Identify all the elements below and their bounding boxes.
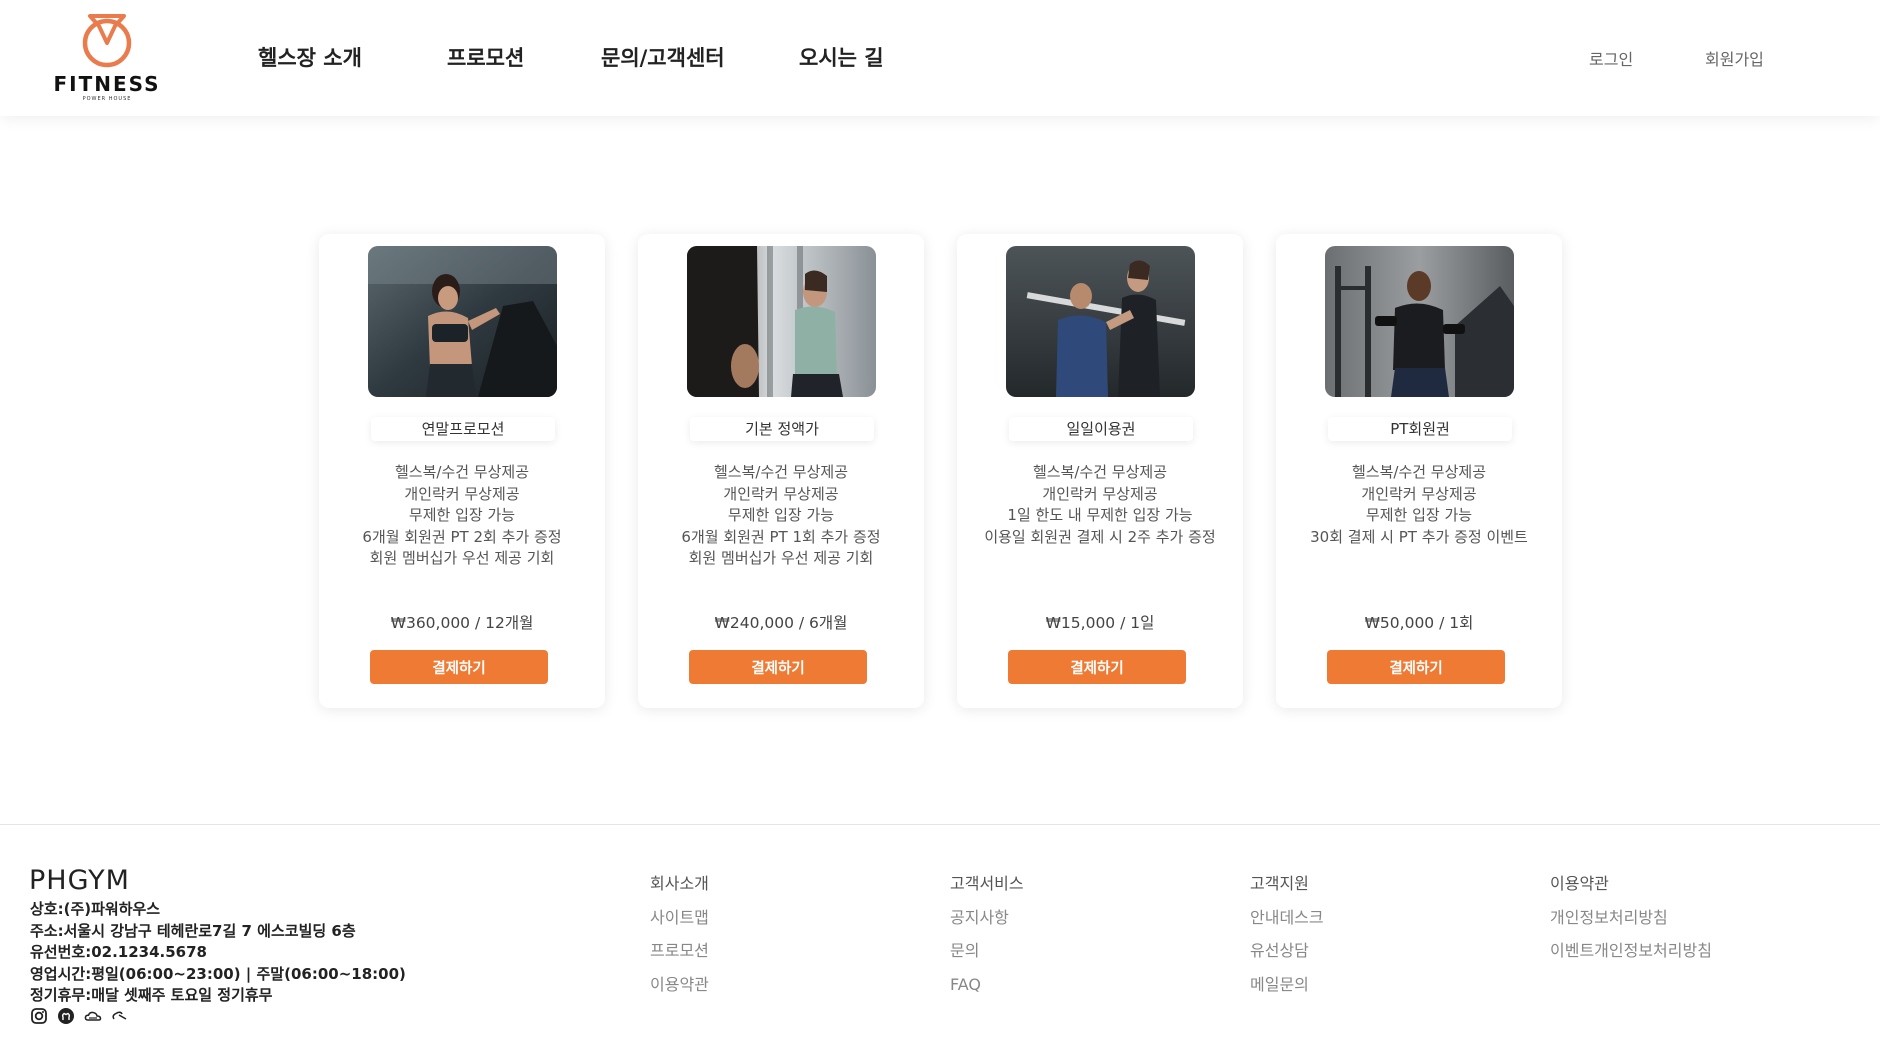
card-title: PT회원권 [1328,417,1512,441]
card-features: 헬스복/수건 무상제공 개인락커 무상제공 1일 한도 내 무제한 입장 가능 … [957,462,1243,548]
feature-item: 6개월 회원권 PT 1회 추가 증정 [681,527,881,546]
site-header: FITNESS POWER HOUSE 헬스장 소개 프로모션 문의/고객센터 … [0,0,1880,116]
footer-link-sitemap[interactable]: 사이트맵 [650,901,709,935]
feature-item: 헬스복/수건 무상제공 [394,463,530,481]
company-phone: 유선번호:02.1234.5678 [30,943,207,961]
company-address: 주소:서울시 강남구 테헤란로7길 7 에스코빌딩 6층 [30,921,356,940]
footer-link-mail-inquiry[interactable]: 메일문의 [1250,968,1324,1002]
footer-link-terms[interactable]: 이용약관 [650,968,709,1002]
company-name: 상호:(주)파워하우스 [30,900,161,918]
card-photo-barbell-training [1006,246,1195,397]
link-icon[interactable] [111,1007,129,1025]
feature-item: 개인락커 무상제공 [1042,484,1158,503]
card-features: 헬스복/수건 무상제공 개인락커 무상제공 무제한 입장 가능 6개월 회원권 … [319,462,605,570]
business-hours: 영업시간:평일(06:00~23:00) | 주말(06:00~18:00) [30,964,406,983]
pay-button[interactable]: 결제하기 [1327,650,1505,684]
card-photo-man-dumbbells [1325,246,1514,397]
feature-item: 헬스복/수건 무상제공 [1032,463,1168,481]
logo-text: FITNESS [53,72,161,96]
card-features: 헬스복/수건 무상제공 개인락커 무상제공 무제한 입장 가능 30회 결제 시… [1276,462,1562,548]
footer-link-promotion[interactable]: 프로모션 [650,934,709,968]
card-price: ₩15,000 / 1일 [1045,614,1155,632]
card-photo-woman-elliptical [368,246,557,397]
feature-item: 1일 한도 내 무제한 입장 가능 [1007,506,1193,524]
footer-brand: PHGYM [29,865,130,896]
nav-promotion[interactable]: 프로모션 [447,42,524,72]
footer-link-event-privacy-policy[interactable]: 이벤트개인정보처리방침 [1550,934,1712,968]
feature-item: 회원 멤버십가 우선 제공 기회 [369,549,555,567]
login-link[interactable]: 로그인 [1589,46,1633,70]
footer-link-info-desk[interactable]: 안내데스크 [1250,901,1324,935]
footer-heading: 고객서비스 [950,874,1024,893]
company-info: 상호:(주)파워하우스 주소:서울시 강남구 테헤란로7길 7 에스코빌딩 6층… [30,899,406,1007]
pricing-card: 연말프로모션 헬스복/수건 무상제공 개인락커 무상제공 무제한 입장 가능 6… [319,234,605,708]
nav-customer-center[interactable]: 문의/고객센터 [601,42,725,72]
footer-link-faq[interactable]: FAQ [950,968,1024,1002]
footer-link-notice[interactable]: 공지사항 [950,901,1024,935]
footer-heading: 이용약관 [1550,874,1609,893]
pricing-card: 일일이용권 헬스복/수건 무상제공 개인락커 무상제공 1일 한도 내 무제한 … [957,234,1243,708]
feature-item: 무제한 입장 가능 [727,506,835,524]
feature-item: 무제한 입장 가능 [408,506,516,524]
card-title: 일일이용권 [1009,417,1193,441]
github-icon[interactable] [57,1007,75,1025]
pay-button[interactable]: 결제하기 [689,650,867,684]
card-title: 기본 정액가 [690,417,874,441]
feature-item: 헬스복/수건 무상제공 [1351,463,1487,481]
pricing-card: 기본 정액가 헬스복/수건 무상제공 개인락커 무상제공 무제한 입장 가능 6… [638,234,924,708]
feature-item: 개인락커 무상제공 [404,484,520,503]
pay-button[interactable]: 결제하기 [1008,650,1186,684]
card-price: ₩50,000 / 1회 [1364,614,1474,632]
feature-item: 개인락커 무상제공 [723,484,839,503]
footer-column-support: 고객지원 안내데스크 유선상담 메일문의 [1250,867,1324,1001]
card-photo-trainer-conversation [687,246,876,397]
site-footer: PHGYM 상호:(주)파워하우스 주소:서울시 강남구 테헤란로7길 7 에스… [0,824,1880,1044]
feature-item: 6개월 회원권 PT 2회 추가 증정 [362,527,562,546]
pricing-card: PT회원권 헬스복/수건 무상제공 개인락커 무상제공 무제한 입장 가능 30… [1276,234,1562,708]
footer-heading: 회사소개 [650,874,709,893]
logo[interactable]: FITNESS POWER HOUSE [52,8,162,104]
footer-link-privacy-policy[interactable]: 개인정보처리방침 [1550,901,1712,935]
card-title: 연말프로모션 [371,417,555,441]
logo-subtext: POWER HOUSE [82,96,132,102]
nav-directions[interactable]: 오시는 길 [799,42,884,72]
footer-heading: 고객지원 [1250,874,1309,893]
feature-item: 회원 멤버십가 우선 제공 기회 [688,549,874,567]
feature-item: 개인락커 무상제공 [1361,484,1477,503]
pay-button[interactable]: 결제하기 [370,650,548,684]
card-price: ₩240,000 / 6개월 [714,614,848,632]
card-features: 헬스복/수건 무상제공 개인락커 무상제공 무제한 입장 가능 6개월 회원권 … [638,462,924,570]
footer-column-policies: 이용약관 개인정보처리방침 이벤트개인정보처리방침 [1550,867,1712,968]
footer-column-customer-service: 고객서비스 공지사항 문의 FAQ [950,867,1024,1001]
cloud-icon[interactable] [84,1007,102,1025]
feature-item: 헬스복/수건 무상제공 [713,463,849,481]
stopwatch-logo-icon [82,14,132,68]
feature-item: 이용일 회원권 결제 시 2주 추가 증정 [984,527,1216,546]
regular-holiday: 정기휴무:매달 셋째주 토요일 정기휴무 [30,986,273,1004]
footer-link-inquiry[interactable]: 문의 [950,934,1024,968]
nav-gym-intro[interactable]: 헬스장 소개 [258,42,362,72]
feature-item: 무제한 입장 가능 [1365,506,1473,524]
card-price: ₩360,000 / 12개월 [390,614,534,632]
footer-column-company: 회사소개 사이트맵 프로모션 이용약관 [650,867,709,1001]
feature-item: 30회 결제 시 PT 추가 증정 이벤트 [1310,527,1528,546]
signup-link[interactable]: 회원가입 [1705,46,1764,70]
footer-link-phone-consult[interactable]: 유선상담 [1250,934,1324,968]
instagram-icon[interactable] [30,1007,48,1025]
